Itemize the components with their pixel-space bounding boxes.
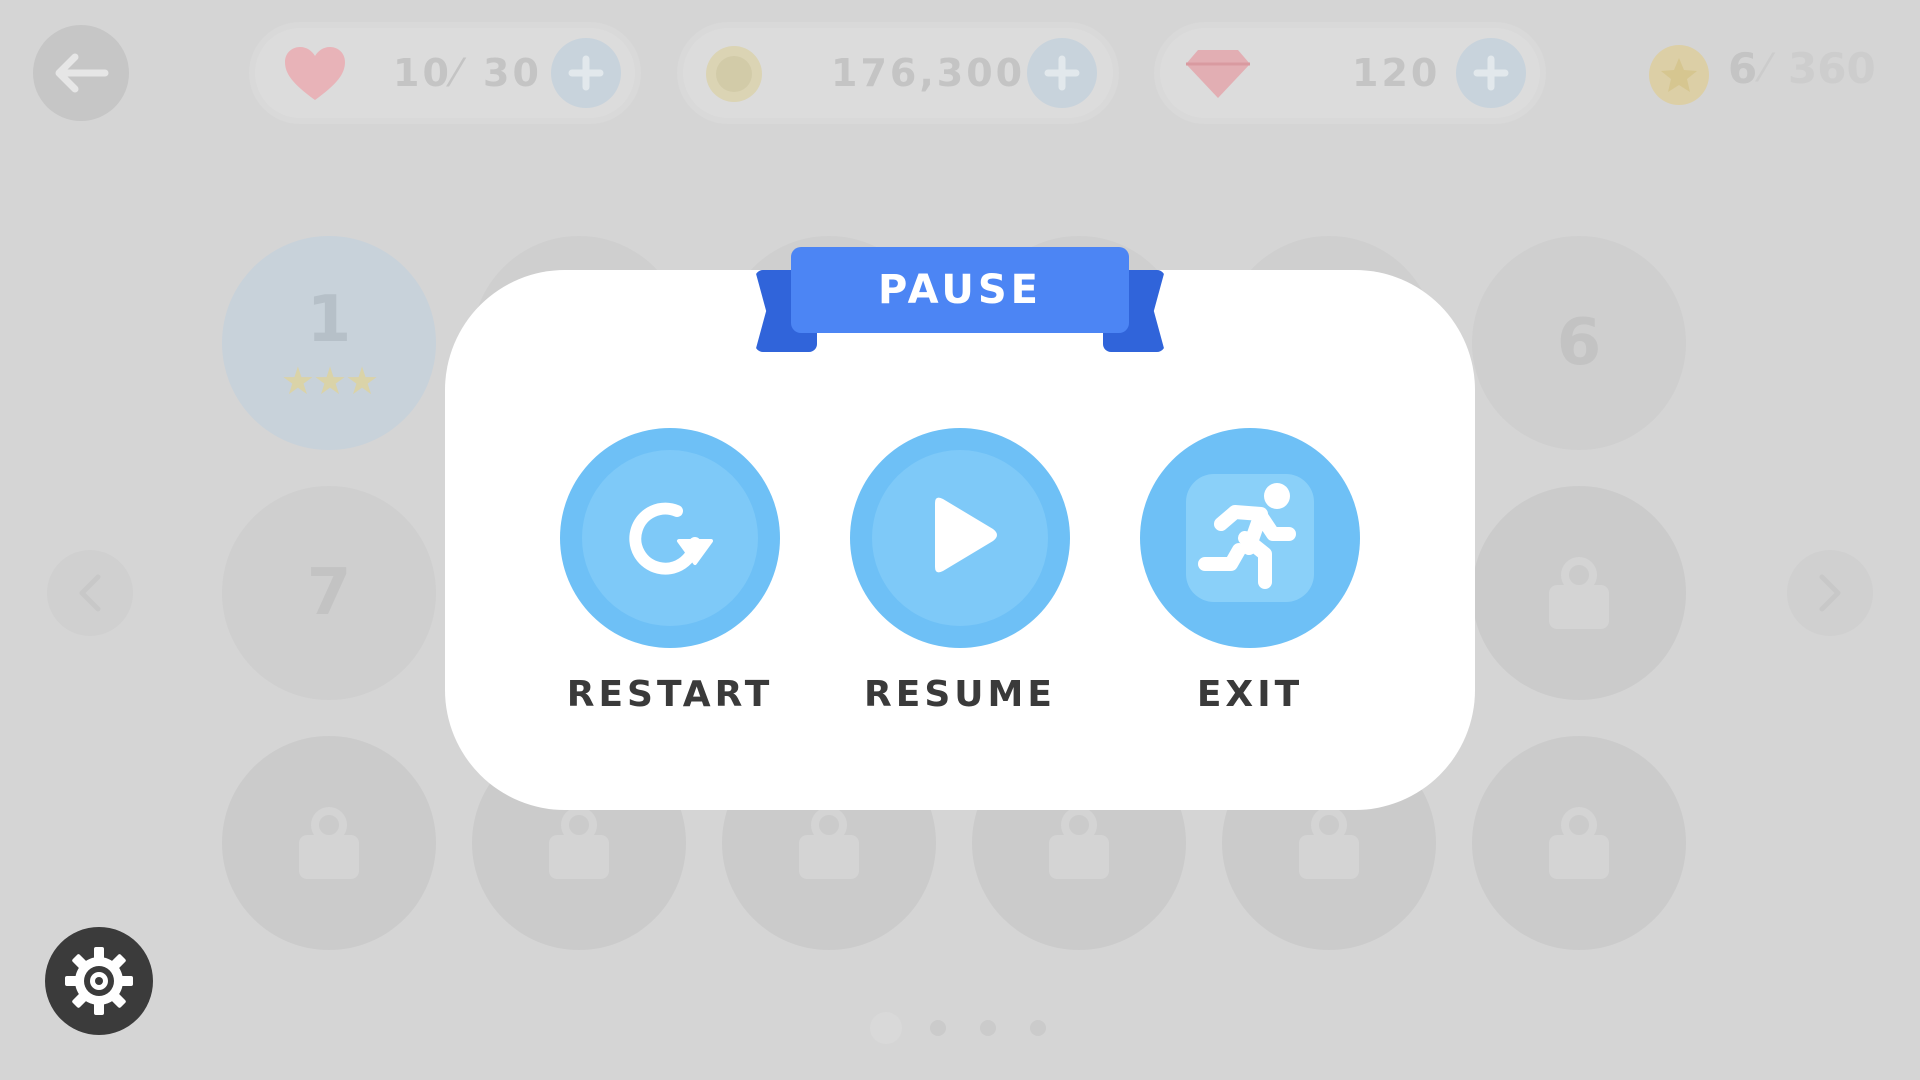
plus-icon [568, 55, 604, 91]
level-number: 6 [1556, 306, 1602, 380]
coins-counter: 176,300 [683, 28, 1113, 118]
restart-label: RESTART [566, 674, 774, 715]
stars-separator: ⁄ [1762, 46, 1769, 90]
gear-icon [65, 947, 133, 1015]
exit-action: EXIT [1140, 428, 1360, 715]
level-number: 7 [306, 556, 352, 630]
page-dot-active[interactable] [870, 1012, 902, 1044]
exit-button[interactable] [1140, 428, 1360, 648]
resume-button[interactable] [850, 428, 1070, 648]
locked-level [1472, 486, 1686, 700]
stars-max: 360 [1788, 44, 1876, 93]
lives-max: 30 [483, 51, 542, 95]
lock-icon [299, 807, 359, 879]
arrow-left-icon [55, 53, 109, 93]
previous-page-button[interactable] [47, 550, 133, 636]
stars-counter: 6 ⁄ 360 [1648, 42, 1888, 108]
next-page-button[interactable] [1787, 550, 1873, 636]
lives-counter: 10 ⁄ 30 [255, 28, 635, 118]
coins-value: 176,300 [831, 51, 1026, 95]
play-icon [935, 497, 997, 573]
lock-icon [1049, 807, 1109, 879]
page-dot[interactable] [980, 1020, 996, 1036]
lock-icon [1299, 807, 1359, 879]
plus-icon [1044, 55, 1080, 91]
lock-icon [1549, 557, 1609, 629]
heart-icon [285, 47, 345, 100]
locked-level [1472, 736, 1686, 950]
page-dot[interactable] [930, 1020, 946, 1036]
gems-counter: 120 [1160, 28, 1540, 118]
gem-icon [1186, 50, 1250, 98]
add-gems-button[interactable] [1456, 38, 1526, 108]
star-medal-icon [1649, 45, 1709, 105]
lives-value: 10 [393, 51, 452, 95]
exit-label: EXIT [1196, 674, 1304, 715]
level-button[interactable]: 6 [1472, 236, 1686, 450]
restart-action: RESTART [560, 428, 780, 715]
level-number: 1 [306, 283, 352, 357]
lock-icon [549, 807, 609, 879]
level-button[interactable]: 1 ★★★ [222, 236, 436, 450]
restart-button[interactable] [560, 428, 780, 648]
level-button[interactable]: 7 [222, 486, 436, 700]
dialog-title: PAUSE [791, 247, 1129, 333]
add-lives-button[interactable] [551, 38, 621, 108]
add-coins-button[interactable] [1027, 38, 1097, 108]
page-dot[interactable] [1030, 1020, 1046, 1036]
level-stars: ★★★ [280, 359, 379, 403]
plus-icon [1473, 55, 1509, 91]
running-man-icon [1198, 483, 1296, 589]
locked-level [222, 736, 436, 950]
restart-icon [629, 502, 713, 575]
lock-icon [1549, 807, 1609, 879]
coin-icon [706, 46, 762, 102]
resume-action: RESUME [850, 428, 1070, 715]
back-button[interactable] [33, 25, 129, 121]
chevron-right-icon [1819, 574, 1841, 612]
lock-icon [799, 807, 859, 879]
chevron-left-icon [79, 574, 101, 612]
resume-label: RESUME [864, 674, 1056, 715]
stars-value: 6 [1728, 44, 1758, 93]
gems-value: 120 [1352, 51, 1441, 95]
lives-separator: ⁄ [453, 51, 463, 95]
settings-button[interactable] [45, 927, 153, 1035]
